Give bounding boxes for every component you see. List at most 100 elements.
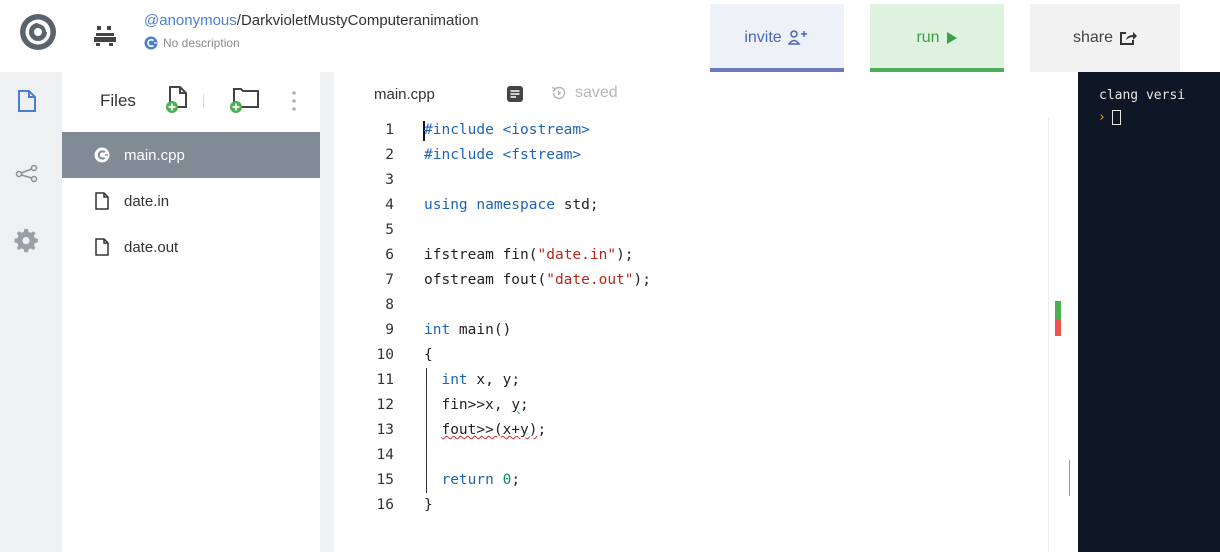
line-number: 12 — [376, 397, 394, 413]
line-number: 6 — [385, 247, 394, 263]
line-number: 8 — [385, 297, 394, 313]
history-icon — [551, 86, 566, 100]
files-icon[interactable] — [14, 88, 40, 114]
file-name: date.out — [124, 238, 179, 256]
line-code: fin>>x, y; — [424, 397, 529, 413]
cpp-language-icon — [144, 36, 158, 50]
scrollbar-change-marker — [1055, 301, 1061, 319]
line-number: 16 — [376, 497, 394, 513]
cpp-file-icon — [94, 147, 110, 163]
run-label: run — [916, 29, 940, 46]
share-nodes-icon[interactable] — [14, 160, 40, 186]
line-code: { — [424, 347, 433, 363]
line-number: 1 — [385, 122, 394, 138]
line-code: } — [424, 497, 433, 513]
more-options-icon[interactable] — [291, 90, 297, 112]
code-line[interactable]: 11 int x, y; — [334, 368, 1062, 393]
share-button[interactable]: share — [1030, 4, 1180, 72]
header-divider — [203, 94, 204, 108]
avatar[interactable] — [92, 22, 118, 48]
username-link[interactable]: @anonymous — [144, 12, 237, 29]
code-line[interactable]: 1 #include <iostream> — [334, 118, 1062, 143]
line-number: 5 — [385, 222, 394, 238]
settings-gear-icon[interactable] — [14, 228, 40, 254]
code-line[interactable]: 5 — [334, 218, 1062, 243]
line-code: return 0; — [441, 472, 521, 488]
format-code-icon[interactable] — [506, 85, 524, 103]
files-panel: Files main.cpp date.in date.out — [62, 72, 320, 552]
code-line[interactable]: 16} — [334, 493, 1062, 518]
code-line[interactable]: 6 ifstream fin("date.in"); — [334, 243, 1062, 268]
replit-logo-icon[interactable] — [18, 12, 58, 52]
line-code: int x, y; — [441, 372, 521, 388]
code-line[interactable]: 8 — [334, 293, 1062, 318]
code-line[interactable]: 12 fin>>x, y; — [334, 393, 1062, 418]
share-icon — [1120, 32, 1138, 45]
line-code: #include <iostream> — [424, 122, 590, 138]
play-icon — [946, 32, 957, 44]
code-line[interactable]: 14 — [334, 443, 1062, 468]
repl-description[interactable]: No description — [144, 36, 240, 50]
prompt-arrow-icon: › — [1098, 110, 1106, 125]
file-icon — [95, 192, 109, 210]
code-line[interactable]: 4 using namespace std; — [334, 193, 1062, 218]
add-user-icon — [787, 30, 807, 45]
line-number: 10 — [376, 347, 394, 363]
invite-label: invite — [744, 29, 782, 46]
console-panel[interactable]: clang versi › — [1078, 72, 1220, 552]
code-line[interactable]: 10 { — [334, 343, 1062, 368]
file-name: date.in — [124, 192, 170, 210]
line-number: 2 — [385, 147, 394, 163]
file-item-date-in[interactable]: date.in — [62, 178, 320, 224]
code-line[interactable]: 15 return 0; — [334, 468, 1062, 493]
editor-left-strip — [320, 72, 334, 552]
invite-button[interactable]: invite — [710, 4, 844, 72]
share-label: share — [1072, 29, 1114, 46]
code-line[interactable]: 9 int main() — [334, 318, 1062, 343]
description-text: No description — [163, 36, 240, 50]
files-header: Files — [62, 72, 320, 132]
code-line[interactable]: 13 fout>>(x+y); — [334, 418, 1062, 443]
line-code: fout>>(x+y); — [441, 422, 547, 438]
line-number: 13 — [376, 422, 394, 438]
scrollbar-error-marker — [1055, 319, 1061, 336]
repl-title: @anonymous/DarkvioletMustyComputeranimat… — [144, 12, 479, 29]
code-area[interactable]: 1 #include <iostream> 2 #include <fstream> 3… — [334, 118, 1062, 552]
file-name: main.cpp — [124, 146, 185, 164]
repl-name[interactable]: DarkvioletMustyComputeranimation — [241, 12, 479, 29]
line-number: 14 — [376, 447, 394, 463]
code-line[interactable]: 7 ofstream fout("date.out"); — [334, 268, 1062, 293]
line-code: ifstream fin("date.in"); — [424, 247, 634, 263]
files-title: Files — [100, 91, 136, 110]
file-item-main-cpp[interactable]: main.cpp — [62, 132, 320, 178]
line-number: 4 — [385, 197, 394, 213]
tab-main-cpp[interactable]: main.cpp — [374, 86, 435, 103]
line-code: int main() — [424, 322, 512, 338]
line-number: 3 — [385, 172, 394, 188]
line-number: 11 — [376, 372, 394, 388]
console-cursor — [1111, 110, 1121, 125]
line-code: using namespace std; — [424, 197, 599, 213]
line-code: #include <fstream> — [424, 147, 582, 163]
run-button[interactable]: run — [870, 4, 1004, 72]
file-list: main.cpp date.in date.out — [62, 132, 320, 270]
editor-tab-bar: main.cpp saved — [334, 72, 1078, 118]
saved-status: saved — [550, 84, 618, 102]
code-line[interactable]: 2 #include <fstream> — [334, 143, 1062, 168]
saved-label: saved — [575, 84, 618, 101]
file-icon — [95, 238, 109, 256]
console-output: clang versi — [1099, 88, 1186, 103]
file-item-date-out[interactable]: date.out — [62, 224, 320, 270]
left-icon-rail — [0, 72, 62, 552]
code-editor: main.cpp saved 1 #include <iostream> 2 #inc… — [320, 72, 1078, 552]
line-number: 9 — [385, 322, 394, 338]
line-number: 15 — [376, 472, 394, 488]
top-bar: @anonymous/DarkvioletMustyComputeranimat… — [0, 0, 1220, 72]
console-prompt[interactable]: › — [1098, 110, 1121, 125]
add-folder-icon[interactable] — [228, 85, 262, 115]
line-code: ofstream fout("date.out"); — [424, 272, 651, 288]
editor-resize-handle[interactable] — [1069, 460, 1070, 496]
line-number: 7 — [385, 272, 394, 288]
code-line[interactable]: 3 — [334, 168, 1062, 193]
add-file-icon[interactable] — [164, 85, 190, 115]
